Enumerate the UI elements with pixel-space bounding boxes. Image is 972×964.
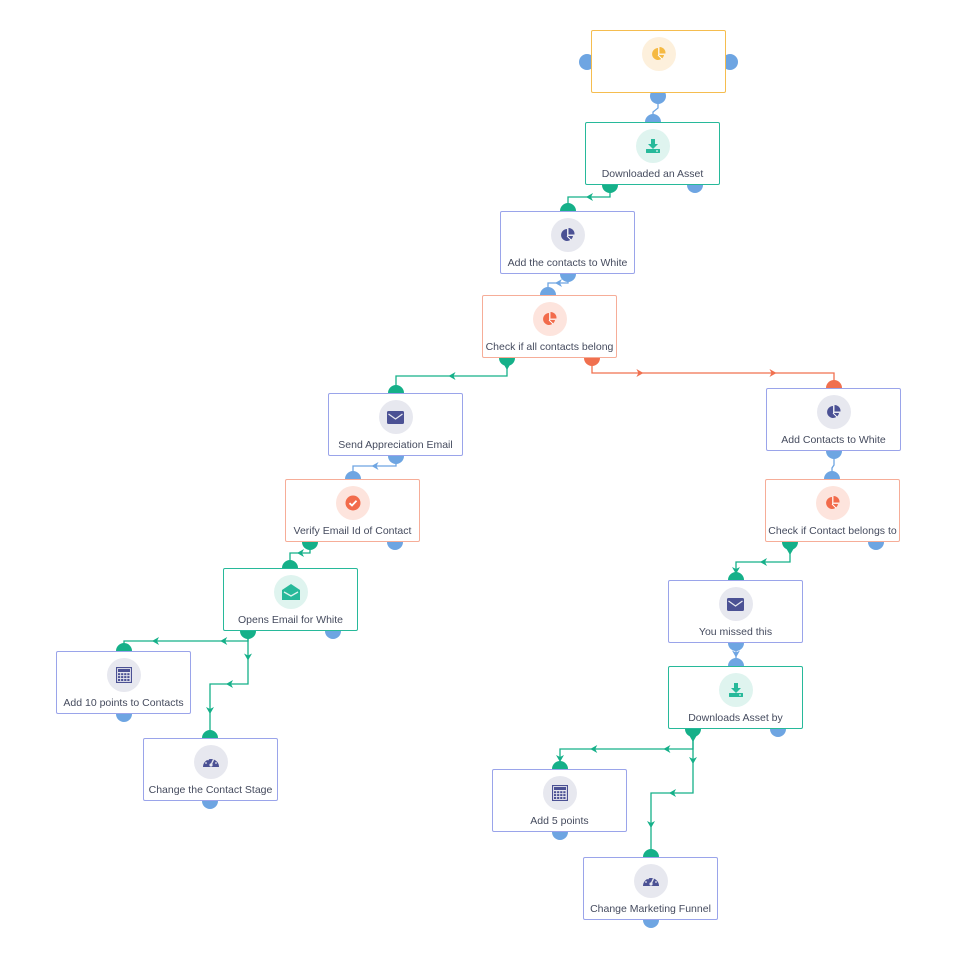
workflow-node[interactable]: Change the Contact Stage [143, 738, 278, 801]
calculator-icon [106, 658, 141, 692]
connector-line[interactable] [559, 729, 694, 769]
gauge-icon [193, 745, 228, 779]
gauge-icon [633, 864, 668, 898]
workflow-node[interactable]: Verify Email Id of Contact [285, 479, 420, 542]
node-label: Verify Email Id of Contact [293, 525, 412, 537]
node-label: Send Appreciation Email [338, 439, 453, 451]
node-label: Add 10 points to Contacts [63, 697, 184, 709]
pie-chart-icon [532, 302, 567, 336]
connector-line[interactable] [591, 358, 835, 388]
node-label: You missed this [698, 626, 773, 638]
pie-chart-icon [550, 218, 585, 252]
node-label: Change Marketing Funnel [590, 903, 711, 915]
pie-chart-icon [815, 486, 850, 520]
workflow-node[interactable]: Send Appreciation Email [328, 393, 463, 456]
node-label: Check if Contact belongs to [768, 525, 897, 537]
node-label: Change the Contact Stage [148, 784, 273, 796]
node-label: Downloaded an Asset [601, 168, 704, 180]
workflow-node[interactable]: Add 5 points [492, 769, 627, 832]
open-envelope-icon [273, 575, 308, 609]
workflow-node[interactable]: You missed this [668, 580, 803, 643]
pie-chart-icon [641, 37, 676, 71]
pie-chart-icon [816, 395, 851, 429]
workflow-node[interactable]: Add 10 points to Contacts [56, 651, 191, 714]
envelope-icon [718, 587, 753, 621]
workflow-node[interactable]: Check if all contacts belong [482, 295, 617, 358]
node-label: Add the contacts to White [507, 257, 628, 269]
workflow-node[interactable]: Check if Contact belongs to [765, 479, 900, 542]
workflow-node[interactable]: Change Marketing Funnel [583, 857, 718, 920]
workflow-node[interactable]: Downloads Asset by [668, 666, 803, 729]
workflow-node[interactable]: Add the contacts to White [500, 211, 635, 274]
node-label: Downloads Asset by [688, 712, 783, 724]
workflow-node[interactable] [591, 30, 726, 93]
workflow-node[interactable]: Opens Email for White [223, 568, 358, 631]
node-label: Add 5 points [530, 815, 589, 827]
node-label: Opens Email for White [237, 614, 344, 626]
connector-line[interactable] [123, 631, 249, 651]
envelope-icon [378, 400, 413, 434]
download-icon [718, 673, 753, 707]
check-circle-icon [335, 486, 370, 520]
node-label: Add Contacts to White [781, 434, 886, 446]
calculator-icon [542, 776, 577, 810]
workflow-node[interactable]: Downloaded an Asset [585, 122, 720, 185]
download-icon [635, 129, 670, 163]
node-label: Check if all contacts belong [485, 341, 614, 353]
workflow-node[interactable]: Add Contacts to White [766, 388, 901, 451]
